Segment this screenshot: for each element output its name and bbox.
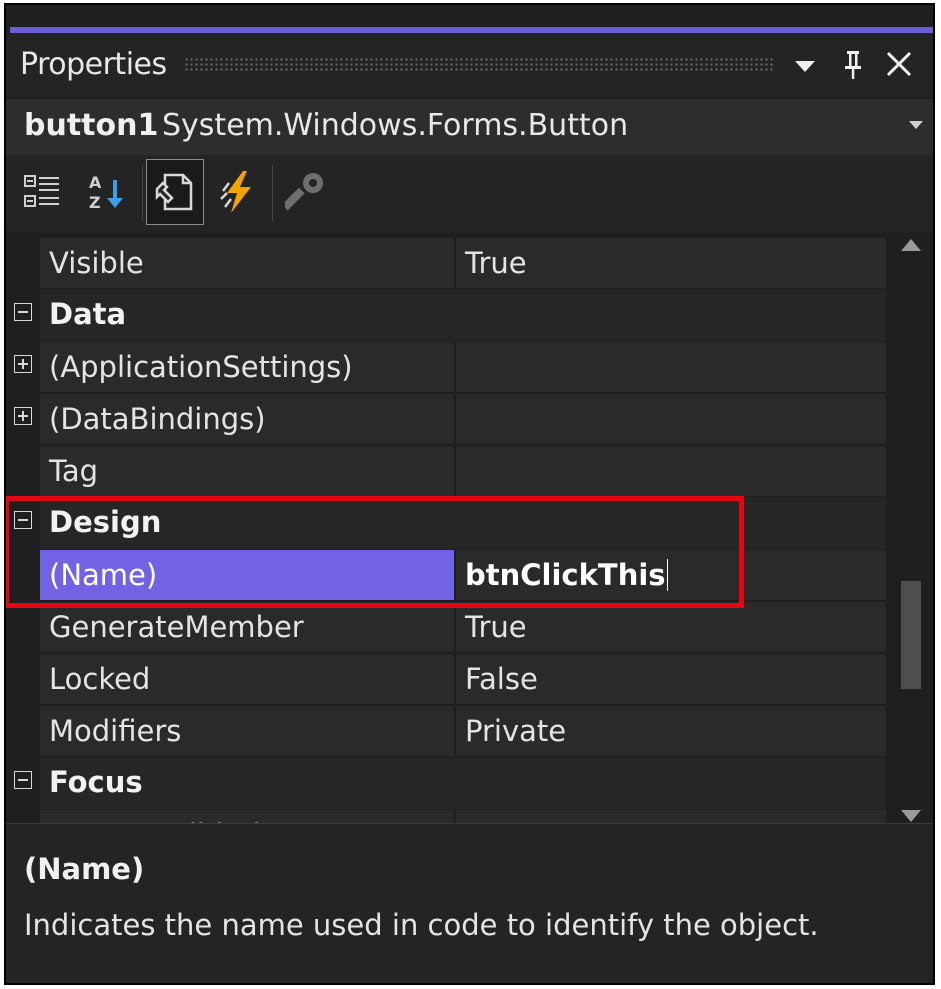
property-name: (ApplicationSettings): [49, 350, 353, 384]
property-row-visible[interactable]: Visible True: [6, 237, 886, 289]
property-name-cell[interactable]: (ApplicationSettings): [40, 342, 454, 392]
property-row-locked[interactable]: Locked False: [6, 653, 886, 705]
property-row-modifiers[interactable]: Modifiers Private: [6, 705, 886, 757]
category-label: Focus: [49, 765, 143, 799]
property-row-application-settings[interactable]: (ApplicationSettings): [6, 341, 886, 393]
close-icon[interactable]: [884, 47, 914, 92]
property-value: False: [465, 662, 538, 696]
property-name-cell[interactable]: Visible: [40, 238, 454, 288]
property-value-cell[interactable]: False: [456, 654, 886, 704]
alphabetical-button[interactable]: A Z: [78, 159, 136, 225]
row-gutter: [6, 809, 40, 823]
property-name: Locked: [49, 662, 151, 696]
property-name-cell[interactable]: Tag: [40, 446, 454, 496]
svg-text:A: A: [89, 173, 102, 192]
object-name: button1: [24, 108, 159, 143]
property-name: Tag: [49, 454, 99, 488]
properties-window: Properties button1 System.Windows.Forms.…: [4, 3, 935, 985]
row-gutter: [6, 237, 40, 289]
property-name-cell[interactable]: Locked: [40, 654, 454, 704]
property-value-cell[interactable]: [456, 394, 886, 444]
object-type: System.Windows.Forms.Button: [162, 108, 629, 143]
collapse-icon[interactable]: [14, 771, 32, 789]
categorized-icon: [24, 175, 59, 207]
property-value-cell[interactable]: True: [456, 602, 886, 652]
property-pages-button[interactable]: [278, 159, 336, 225]
svg-text:Z: Z: [89, 193, 101, 212]
vertical-scrollbar[interactable]: [888, 233, 933, 823]
category-data[interactable]: Data: [6, 289, 886, 341]
annotation-highlight-box: [6, 496, 744, 608]
scroll-up-icon[interactable]: [901, 239, 921, 251]
category-background: [40, 757, 886, 809]
property-name-cell[interactable]: CausesValidation: [40, 810, 454, 823]
property-row-causes-validation[interactable]: CausesValidationTrue: [6, 809, 886, 823]
toolbar-separator: [142, 165, 143, 221]
row-gutter: [6, 445, 40, 497]
row-gutter: [6, 653, 40, 705]
scroll-down-icon[interactable]: [901, 810, 921, 822]
chevron-down-icon[interactable]: [909, 121, 923, 129]
alphabetical-icon: A Z: [89, 173, 123, 212]
events-button[interactable]: [210, 159, 268, 225]
property-name: Visible: [49, 246, 144, 280]
property-value: Private: [465, 714, 567, 748]
row-gutter: [6, 705, 40, 757]
property-value-cell[interactable]: [456, 446, 886, 496]
row-gutter: [6, 601, 40, 653]
property-name-cell[interactable]: Modifiers: [40, 706, 454, 756]
property-value-cell[interactable]: True: [456, 810, 886, 823]
property-value: True: [465, 610, 527, 644]
property-value: True: [465, 246, 527, 280]
expand-icon[interactable]: [14, 355, 32, 373]
property-name: Modifiers: [49, 714, 182, 748]
description-title: (Name): [24, 852, 145, 886]
pin-icon[interactable]: [840, 47, 866, 92]
scrollbar-thumb[interactable]: [901, 581, 921, 689]
description-panel: (Name) Indicates the name used in code t…: [6, 823, 933, 983]
property-row-data-bindings[interactable]: (DataBindings): [6, 393, 886, 445]
property-grid: Visible True Data (ApplicationSettings) (Dat…: [6, 233, 933, 823]
drag-grip[interactable]: [184, 57, 774, 71]
property-value-cell[interactable]: True: [456, 238, 886, 288]
property-name-cell[interactable]: (DataBindings): [40, 394, 454, 444]
properties-toolbar: A Z: [6, 155, 933, 231]
category-background: [40, 289, 886, 341]
title-bar[interactable]: Properties: [6, 33, 933, 97]
expand-icon[interactable]: [14, 407, 32, 425]
property-name: (DataBindings): [49, 402, 266, 436]
properties-icon: [155, 173, 193, 211]
categorized-button[interactable]: [14, 159, 72, 225]
property-name-cell[interactable]: GenerateMember: [40, 602, 454, 652]
toolbar-separator: [272, 165, 273, 221]
description-text: Indicates the name used in code to ident…: [24, 908, 819, 942]
property-row-tag[interactable]: Tag: [6, 445, 886, 497]
property-value-cell[interactable]: Private: [456, 706, 886, 756]
chevron-down-icon[interactable]: [792, 47, 818, 92]
properties-button[interactable]: [146, 159, 204, 225]
events-icon: [220, 171, 251, 213]
property-pages-icon: [285, 173, 323, 211]
property-row-generate-member[interactable]: GenerateMember True: [6, 601, 886, 653]
category-focus[interactable]: Focus: [6, 757, 886, 809]
window-title: Properties: [20, 47, 167, 82]
category-label: Data: [49, 297, 127, 331]
property-name: GenerateMember: [49, 610, 304, 644]
collapse-icon[interactable]: [14, 303, 32, 321]
object-selector[interactable]: button1 System.Windows.Forms.Button: [6, 99, 933, 155]
property-value-cell[interactable]: [456, 342, 886, 392]
